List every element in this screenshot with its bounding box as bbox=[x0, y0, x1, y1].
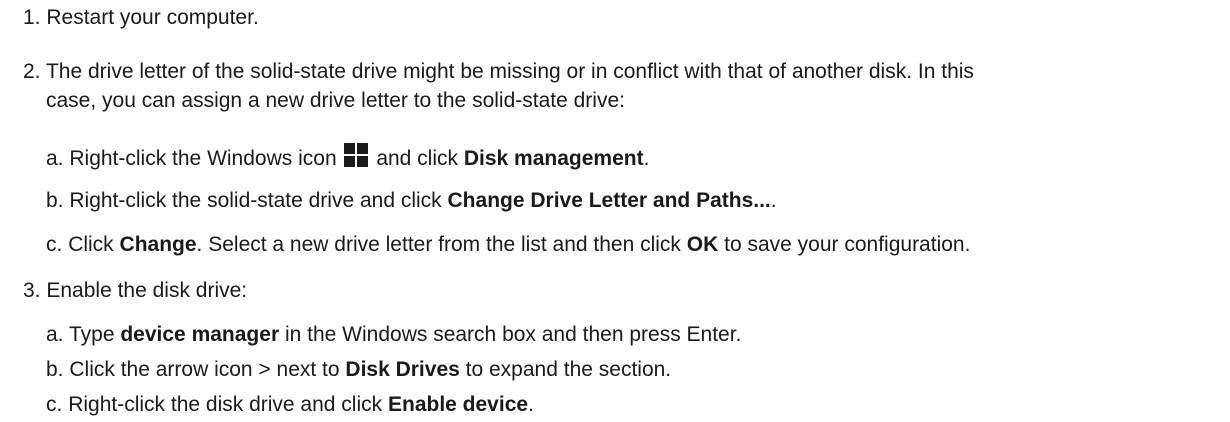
substep-text: Click bbox=[68, 233, 114, 256]
ui-term-enable-device: Enable device bbox=[387, 393, 529, 416]
substep-letter: b. bbox=[46, 358, 64, 381]
substep-letter: a. bbox=[46, 323, 64, 346]
ui-term-change: Change bbox=[119, 233, 197, 256]
substep-text: Type bbox=[68, 323, 115, 346]
step-3a: a. Type device manager in the Windows se… bbox=[46, 323, 741, 347]
step-number: 1. bbox=[23, 6, 41, 29]
step-text-line2: case, you can assign a new drive letter … bbox=[46, 89, 625, 112]
substep-text: . Select a new drive letter from the lis… bbox=[196, 233, 681, 256]
substep-text: . bbox=[528, 393, 534, 416]
substep-text: Right-click the disk drive and click bbox=[68, 393, 383, 416]
step-text: Enable the disk drive: bbox=[46, 279, 248, 302]
step-number: 3. bbox=[23, 279, 41, 302]
ui-term-disk-management: Disk management bbox=[463, 147, 644, 170]
step-text: Restart your computer. bbox=[46, 6, 259, 29]
ui-term-disk-drives: Disk Drives bbox=[345, 358, 460, 381]
substep-text: Right-click the Windows icon bbox=[69, 147, 337, 170]
step-2-continued: case, you can assign a new drive letter … bbox=[46, 89, 625, 113]
step-3: 3. Enable the disk drive: bbox=[23, 279, 247, 303]
step-text-line1: The drive letter of the solid-state driv… bbox=[45, 60, 974, 83]
step-number: 2. bbox=[23, 60, 41, 83]
substep-letter: c. bbox=[46, 233, 63, 256]
windows-icon bbox=[344, 143, 369, 167]
substep-text: in the Windows search box and then press… bbox=[284, 323, 742, 346]
step-1: 1. Restart your computer. bbox=[23, 6, 259, 30]
step-3b: b. Click the arrow icon > next to Disk D… bbox=[46, 358, 671, 382]
ui-term-ok: OK bbox=[686, 233, 719, 256]
substep-text: to save your configuration. bbox=[724, 233, 971, 256]
ui-term-change-drive-letter: Change Drive Letter and Paths... bbox=[447, 189, 771, 212]
substep-text: . bbox=[770, 189, 777, 212]
step-3c: c. Right-click the disk drive and click … bbox=[46, 393, 534, 417]
substep-text: to expand the section. bbox=[465, 358, 672, 381]
step-2b: b. Right-click the solid-state drive and… bbox=[46, 189, 777, 213]
step-2a: a. Right-click the Windows icon and clic… bbox=[46, 143, 649, 171]
substep-text: Click the arrow icon > next to bbox=[69, 358, 340, 381]
ui-term-device-manager: device manager bbox=[120, 323, 280, 346]
step-2c: c. Click Change. Select a new drive lett… bbox=[46, 233, 970, 257]
substep-letter: c. bbox=[46, 393, 63, 416]
substep-letter: b. bbox=[46, 189, 64, 212]
substep-text: Right-click the solid-state drive and cl… bbox=[69, 189, 442, 212]
step-2: 2. The drive letter of the solid-state d… bbox=[23, 60, 974, 84]
substep-text: and click bbox=[376, 147, 459, 170]
substep-text: . bbox=[643, 147, 650, 170]
substep-letter: a. bbox=[46, 147, 64, 170]
